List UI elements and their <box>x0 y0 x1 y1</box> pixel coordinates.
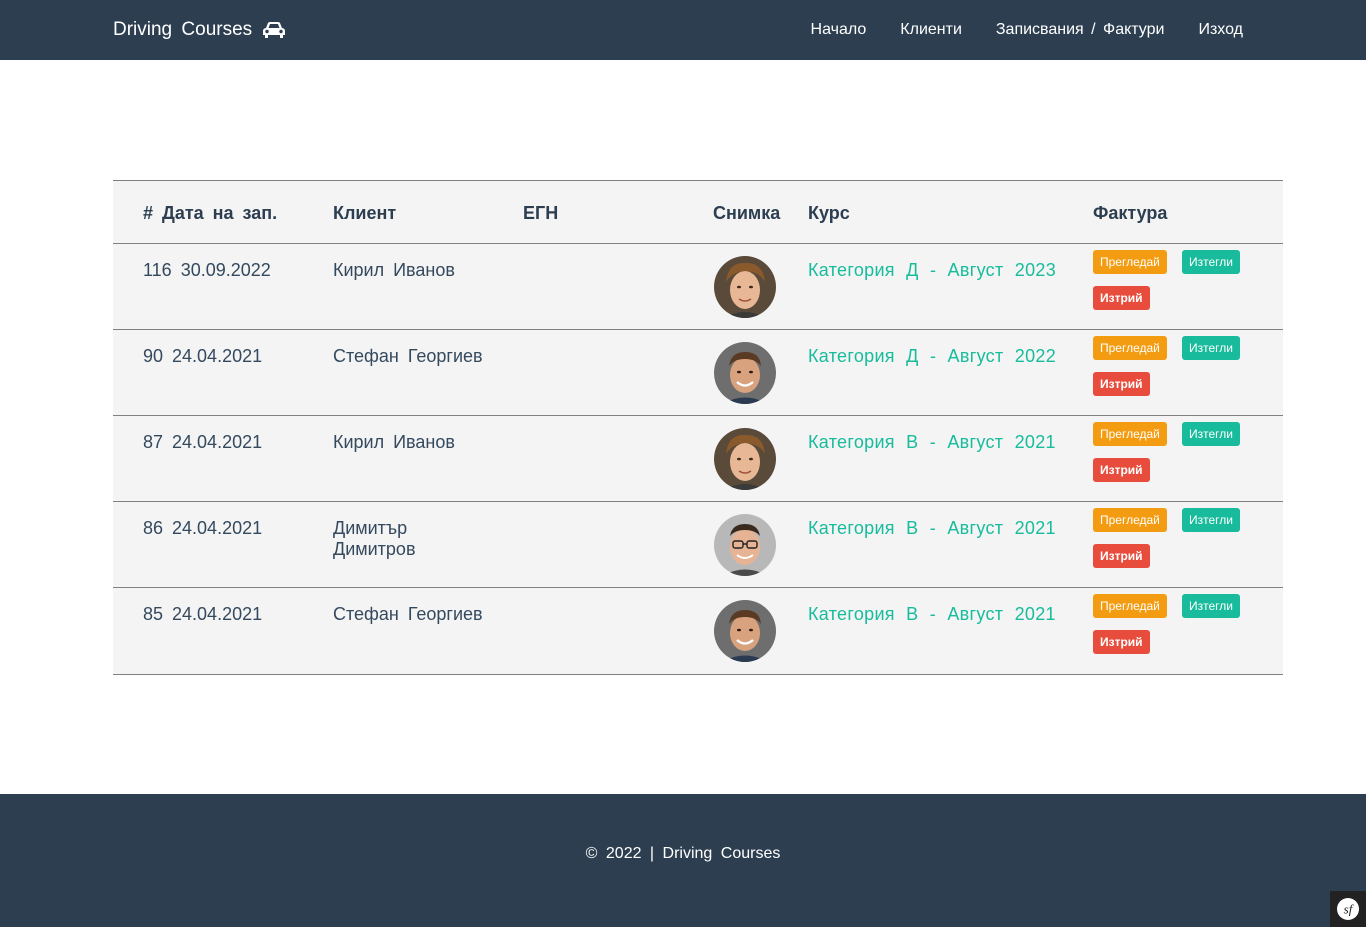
view-invoice-button[interactable]: Прегледай <box>1093 508 1167 532</box>
avatar <box>714 600 776 662</box>
avatar <box>714 428 776 490</box>
footer-copyright: © 2022 | Driving Courses <box>585 845 781 862</box>
download-invoice-button[interactable]: Изтегли <box>1182 336 1240 360</box>
nav-links: Начало Клиенти Записвания / Фактури Изхо… <box>777 0 1243 60</box>
brand-link[interactable]: Driving Courses <box>113 0 286 60</box>
footer: © 2022 | Driving Courses sf <box>0 794 1366 927</box>
avatar <box>714 342 776 404</box>
car-icon <box>262 21 286 39</box>
delete-button[interactable]: Изтрий <box>1093 458 1150 482</box>
row-course-link[interactable]: Категория В - Август 2021 <box>808 604 1056 625</box>
table-row: 90 24.04.2021 Стефан Георгиев Категория … <box>113 330 1283 416</box>
table-row: 85 24.04.2021 Стефан Георгиев Категория … <box>113 588 1283 674</box>
row-course-link[interactable]: Категория Д - Август 2022 <box>808 346 1056 367</box>
header-client: Клиент <box>333 203 397 223</box>
table-row: 116 30.09.2022 Кирил Иванов Категория Д … <box>113 244 1283 330</box>
nav-link-logout[interactable]: Изход <box>1198 21 1243 39</box>
download-invoice-button[interactable]: Изтегли <box>1182 250 1240 274</box>
table-header: # Дата на зап. Клиент ЕГН Снимка Курс Фа… <box>113 181 1283 244</box>
table-row: 87 24.04.2021 Кирил Иванов Категория В -… <box>113 416 1283 502</box>
enrollments-table: # Дата на зап. Клиент ЕГН Снимка Курс Фа… <box>113 180 1283 675</box>
brand-text: Driving Courses <box>113 19 253 40</box>
row-client: Кирил Иванов <box>333 260 455 280</box>
header-egn: ЕГН <box>523 203 559 223</box>
avatar <box>714 256 776 318</box>
row-client: Димитър Димитров <box>333 518 416 559</box>
header-invoice: Фактура <box>1093 203 1168 223</box>
symfony-toolbar-icon[interactable]: sf <box>1330 891 1366 927</box>
download-invoice-button[interactable]: Изтегли <box>1182 508 1240 532</box>
download-invoice-button[interactable]: Изтегли <box>1182 594 1240 618</box>
download-invoice-button[interactable]: Изтегли <box>1182 422 1240 446</box>
row-client: Стефан Георгиев <box>333 604 483 624</box>
row-client: Стефан Георгиев <box>333 346 483 366</box>
header-photo: Снимка <box>713 203 781 223</box>
delete-button[interactable]: Изтрий <box>1093 286 1150 310</box>
delete-button[interactable]: Изтрий <box>1093 630 1150 654</box>
row-num-date: 116 30.09.2022 <box>143 260 271 280</box>
view-invoice-button[interactable]: Прегледай <box>1093 594 1167 618</box>
row-course-link[interactable]: Категория В - Август 2021 <box>808 432 1056 453</box>
delete-button[interactable]: Изтрий <box>1093 372 1150 396</box>
view-invoice-button[interactable]: Прегледай <box>1093 422 1167 446</box>
navbar: Driving Courses Начало Клиенти Записвани… <box>0 0 1366 60</box>
row-course-link[interactable]: Категория В - Август 2021 <box>808 518 1056 539</box>
row-course-link[interactable]: Категория Д - Август 2023 <box>808 260 1056 281</box>
row-num-date: 85 24.04.2021 <box>143 604 263 624</box>
nav-link-enrollments-invoices[interactable]: Записвания / Фактури <box>996 21 1165 39</box>
row-num-date: 90 24.04.2021 <box>143 346 263 366</box>
delete-button[interactable]: Изтрий <box>1093 544 1150 568</box>
view-invoice-button[interactable]: Прегледай <box>1093 250 1167 274</box>
row-num-date: 86 24.04.2021 <box>143 518 263 538</box>
row-client: Кирил Иванов <box>333 432 455 452</box>
nav-link-clients[interactable]: Клиенти <box>900 21 962 39</box>
header-num-date: # Дата на зап. <box>143 203 278 223</box>
header-course: Курс <box>808 203 850 223</box>
table-row: 86 24.04.2021 Димитър Димитров Категория… <box>113 502 1283 588</box>
avatar <box>714 514 776 576</box>
nav-link-home[interactable]: Начало <box>811 21 867 39</box>
view-invoice-button[interactable]: Прегледай <box>1093 336 1167 360</box>
row-num-date: 87 24.04.2021 <box>143 432 263 452</box>
